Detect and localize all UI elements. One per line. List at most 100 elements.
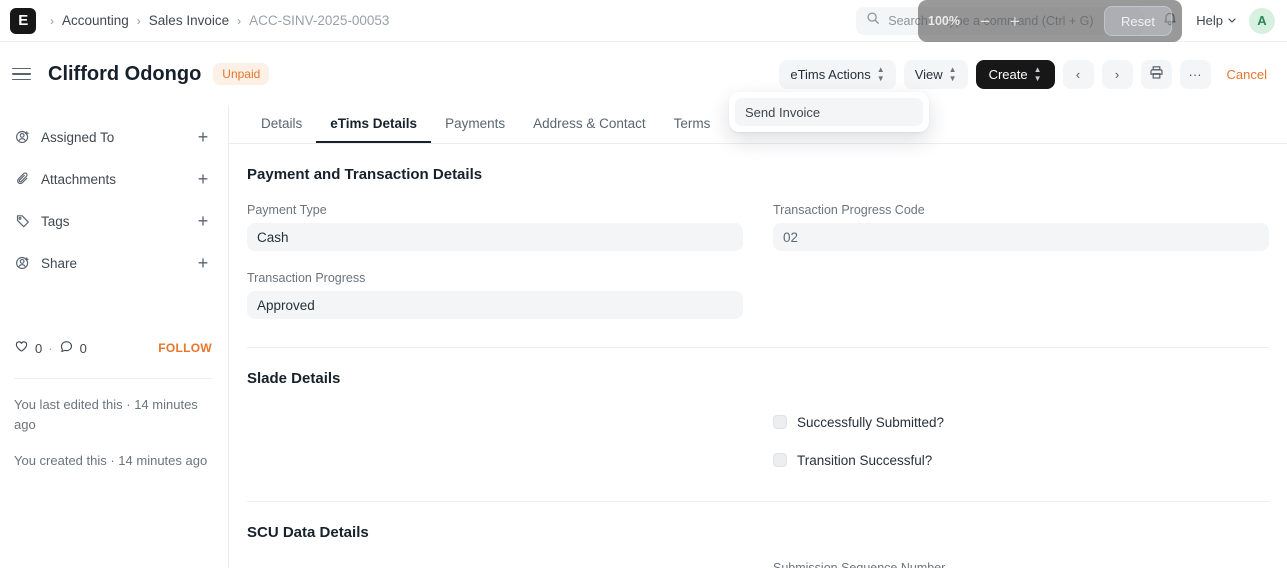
- comment-stat[interactable]: 0: [59, 339, 87, 357]
- next-record-button[interactable]: ›: [1101, 59, 1133, 89]
- comment-count: 0: [79, 340, 87, 356]
- assign-user-icon: [14, 129, 31, 146]
- zoom-percent-label: 100%: [928, 14, 960, 28]
- sidebar-item-assigned-to[interactable]: Assigned To +: [14, 116, 212, 158]
- column-left: Payment Type Cash Transaction Progress A…: [247, 203, 743, 339]
- app-logo-icon[interactable]: E: [10, 7, 36, 34]
- column-right: Submission Sequence Number 0: [773, 561, 1269, 568]
- section-slade-details: Slade Details Successfully Submitted? Tr…: [247, 348, 1269, 502]
- transition-successful-checkbox[interactable]: [773, 453, 787, 467]
- sidebar-item-label: Assigned To: [41, 129, 115, 145]
- search-icon: [866, 11, 880, 30]
- status-badge: Unpaid: [213, 63, 270, 85]
- tab-address-contact[interactable]: Address & Contact: [519, 106, 660, 143]
- zoom-out-button[interactable]: −: [974, 10, 996, 32]
- field-transaction-progress: Transaction Progress Approved: [247, 271, 743, 319]
- tab-payments[interactable]: Payments: [431, 106, 519, 143]
- document-content: Details eTims Details Payments Address &…: [228, 106, 1287, 568]
- field-label: Payment Type: [247, 203, 327, 217]
- last-edited-note: You last edited this · 14 minutes ago: [14, 397, 198, 432]
- previous-record-button[interactable]: ‹: [1062, 59, 1094, 89]
- field-label: Transaction Progress Code: [773, 203, 925, 217]
- sidebar-item-label: Tags: [41, 213, 70, 229]
- sidebar-item-label: Share: [41, 255, 78, 271]
- print-button[interactable]: [1140, 59, 1172, 89]
- transaction-progress-input[interactable]: Approved: [247, 291, 743, 319]
- printer-icon: [1149, 65, 1164, 83]
- zoom-control-overlay: 100% − + Reset: [918, 0, 1182, 42]
- avatar[interactable]: A: [1249, 7, 1275, 34]
- field-payment-type: Payment Type Cash: [247, 203, 743, 251]
- select-caret-icon: ▲ ▼: [876, 65, 885, 83]
- checkbox-label: Successfully Submitted?: [797, 414, 945, 430]
- breadcrumb-separator-icon: ›: [237, 13, 242, 28]
- view-button[interactable]: View ▲ ▼: [903, 59, 968, 89]
- share-user-icon: [14, 255, 31, 272]
- create-button[interactable]: Create ▲ ▼: [975, 59, 1055, 89]
- paperclip-icon: [14, 171, 31, 188]
- select-caret-icon: ▲ ▼: [1033, 65, 1042, 83]
- page-header: Clifford Odongo Unpaid eTims Actions ▲ ▼ …: [0, 42, 1287, 106]
- field-transaction-progress-code: Transaction Progress Code 02: [773, 203, 1269, 251]
- more-options-button[interactable]: ···: [1179, 59, 1211, 89]
- column-right: Transaction Progress Code 02: [773, 203, 1269, 339]
- help-menu[interactable]: Help: [1196, 13, 1237, 28]
- help-label: Help: [1196, 13, 1223, 28]
- chevron-down-icon: [1227, 13, 1237, 28]
- dropdown-item-send-invoice[interactable]: Send Invoice: [735, 98, 923, 126]
- field-columns: Payment Type Cash Transaction Progress A…: [247, 203, 1269, 339]
- document-sidebar: Assigned To + Attachments + Tags + Share…: [0, 106, 228, 568]
- follow-button[interactable]: FOLLOW: [158, 341, 212, 355]
- zoom-reset-button[interactable]: Reset: [1104, 6, 1172, 36]
- add-share-button[interactable]: +: [194, 254, 212, 272]
- section-title: SCU Data Details: [247, 524, 369, 541]
- zoom-in-button[interactable]: +: [1004, 10, 1026, 32]
- like-count: 0: [35, 340, 43, 356]
- add-assigned-to-button[interactable]: +: [194, 128, 212, 146]
- breadcrumb-item-accounting[interactable]: Accounting: [62, 13, 129, 28]
- select-caret-icon: ▲ ▼: [948, 65, 957, 83]
- sidebar-item-attachments[interactable]: Attachments +: [14, 158, 212, 200]
- field-label: Transaction Progress: [247, 271, 366, 285]
- page-title: Clifford Odongo: [48, 62, 202, 85]
- add-tag-button[interactable]: +: [194, 212, 212, 230]
- field-submission-sequence-number: Submission Sequence Number 0: [773, 561, 1269, 568]
- checkbox-row-successfully-submitted[interactable]: Successfully Submitted?: [773, 407, 1269, 437]
- successfully-submitted-checkbox[interactable]: [773, 415, 787, 429]
- tab-terms[interactable]: Terms: [660, 106, 725, 143]
- sidebar-item-tags[interactable]: Tags +: [14, 200, 212, 242]
- sidebar-divider: [14, 378, 212, 379]
- breadcrumb-item-sales-invoice[interactable]: Sales Invoice: [149, 13, 229, 28]
- sidebar-item-share[interactable]: Share +: [14, 242, 212, 284]
- checkbox-label: Transition Successful?: [797, 452, 933, 468]
- like-stat[interactable]: 0: [14, 339, 42, 357]
- cancel-button[interactable]: Cancel: [1219, 60, 1275, 89]
- checkbox-row-transition-successful[interactable]: Transition Successful?: [773, 445, 1269, 475]
- sidebar-item-label: Attachments: [41, 171, 117, 187]
- tag-icon: [14, 213, 31, 230]
- etims-actions-label: eTims Actions: [790, 66, 871, 82]
- breadcrumb-item-current: ACC-SINV-2025-00053: [249, 13, 390, 28]
- sidebar-toggle-icon[interactable]: [12, 63, 34, 85]
- column-left: [247, 561, 743, 568]
- column-right: Successfully Submitted? Transition Succe…: [773, 407, 1269, 483]
- section-title: Payment and Transaction Details: [247, 166, 483, 183]
- field-columns: Submission Sequence Number 0: [247, 561, 1269, 568]
- create-label: Create: [988, 66, 1028, 82]
- section-scu-data-details: SCU Data Details Submission Sequence Num…: [247, 502, 1269, 568]
- breadcrumb: › Accounting › Sales Invoice › ACC-SINV-…: [50, 13, 389, 28]
- field-columns: Successfully Submitted? Transition Succe…: [247, 407, 1269, 483]
- form-body: Payment and Transaction Details Payment …: [229, 144, 1287, 568]
- tab-details[interactable]: Details: [247, 106, 316, 143]
- stats-separator: ·: [48, 340, 53, 356]
- add-attachment-button[interactable]: +: [194, 170, 212, 188]
- etims-actions-button[interactable]: eTims Actions ▲ ▼: [779, 59, 896, 89]
- payment-type-input[interactable]: Cash: [247, 223, 743, 251]
- sidebar-engagement-stats: 0 · 0 FOLLOW: [14, 336, 212, 360]
- etims-actions-dropdown: Send Invoice: [729, 92, 929, 132]
- page-header-actions: eTims Actions ▲ ▼ View ▲ ▼ Create ▲ ▼ ‹ ›: [779, 59, 1275, 89]
- heart-icon: [14, 339, 29, 357]
- tab-etims-details[interactable]: eTims Details: [316, 106, 432, 143]
- breadcrumb-separator-icon: ›: [136, 13, 141, 28]
- transaction-progress-code-input[interactable]: 02: [773, 223, 1269, 251]
